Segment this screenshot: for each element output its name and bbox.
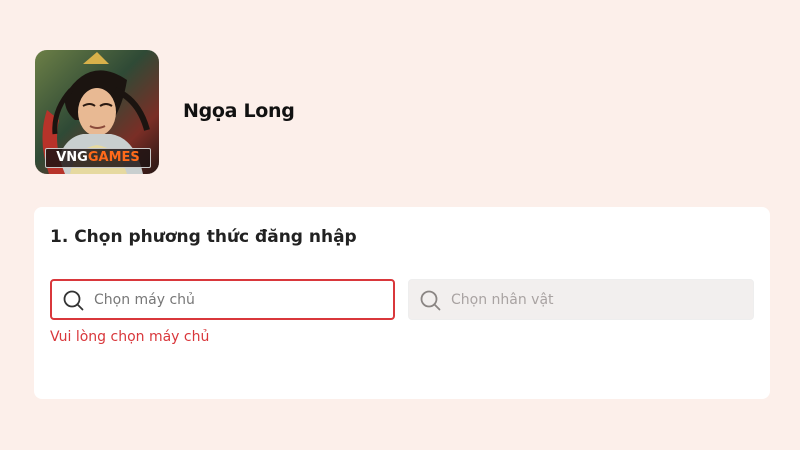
step-title: 1. Chọn phương thức đăng nhập [50,227,357,247]
game-title: Ngọa Long [183,100,295,122]
vnggames-logo: VNGGAMES [45,148,151,168]
search-icon [420,290,441,310]
server-select-placeholder: Chọn máy chủ [94,291,195,308]
login-method-card: 1. Chọn phương thức đăng nhập Chọn máy c… [34,207,770,399]
server-select[interactable]: Chọn máy chủ [50,279,395,320]
character-select-placeholder: Chọn nhân vật [451,291,554,308]
character-select[interactable]: Chọn nhân vật [408,279,754,320]
brand-text-games: GAMES [87,150,140,165]
search-icon [63,290,84,310]
game-avatar-icon: VNGGAMES [35,50,159,174]
brand-text-vng: VNG [56,150,88,165]
server-error-message: Vui lòng chọn máy chủ [50,329,210,345]
